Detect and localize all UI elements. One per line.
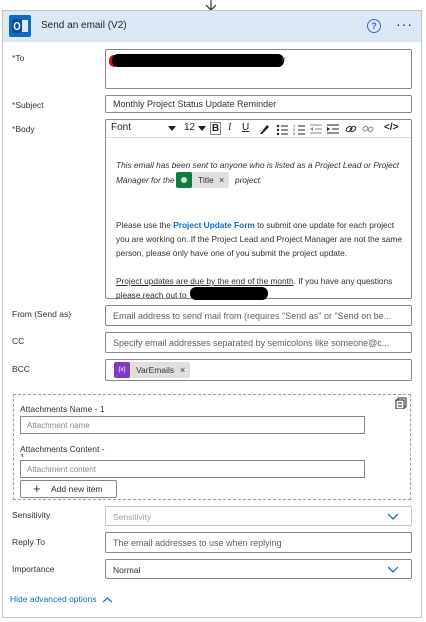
- bcc-field[interactable]: {x} VarEmails ×: [105, 359, 412, 381]
- variable-icon: {x}: [114, 362, 130, 378]
- sensitivity-placeholder: Sensitivity: [113, 512, 152, 522]
- body-line-2-suffix: project.: [235, 175, 263, 185]
- highlight-icon[interactable]: [258, 123, 270, 135]
- body-label: *Body: [12, 124, 35, 134]
- decrease-indent-icon[interactable]: [310, 123, 322, 135]
- body-line-2-prefix: Manager for the: [116, 175, 175, 185]
- from-field[interactable]: Email address to send mail from (require…: [105, 305, 412, 326]
- svg-text:3: 3: [293, 131, 296, 135]
- sensitivity-label: Sensitivity: [12, 510, 51, 520]
- underline-button[interactable]: U: [242, 122, 249, 133]
- code-view-button[interactable]: </>: [384, 122, 398, 133]
- italic-button[interactable]: I: [228, 122, 231, 133]
- attachments-section: Attachments Name - 1 Attachment name Att…: [13, 394, 411, 500]
- project-update-form-link[interactable]: Project Update Form: [173, 220, 255, 230]
- attachments-content-index: 1: [20, 452, 25, 457]
- action-title: Send an email (V2): [41, 20, 127, 31]
- chevron-down-icon: [388, 566, 398, 573]
- card-header[interactable]: Send an email (V2) ? ···: [3, 11, 421, 42]
- plus-icon: +: [33, 481, 41, 496]
- attachment-content-placeholder: Attachment content: [27, 465, 96, 474]
- attachments-content-label: Attachments Content -: [20, 444, 105, 454]
- hide-advanced-options-link[interactable]: Hide advanced options: [10, 594, 112, 604]
- reply-to-field[interactable]: The email addresses to use when replying: [105, 532, 412, 553]
- to-label: *To: [12, 53, 25, 63]
- action-card: Send an email (V2) ? ··· *To × *Subject …: [2, 10, 422, 618]
- remove-recipient-icon[interactable]: ×: [281, 54, 286, 64]
- outlook-icon: [9, 15, 31, 37]
- editor-toolbar: Font 12 B I U 123 </>: [106, 120, 411, 138]
- font-dropdown-icon[interactable]: [168, 126, 176, 132]
- varemails-token[interactable]: {x} VarEmails ×: [114, 362, 190, 378]
- bcc-label: BCC: [12, 364, 30, 374]
- size-dropdown-icon[interactable]: [198, 126, 206, 132]
- attachment-content-input[interactable]: Attachment content: [20, 460, 365, 478]
- body-line-6: Project updates are due by the end of th…: [116, 276, 393, 286]
- bold-button[interactable]: B: [210, 122, 221, 135]
- redacted-recipient: [112, 54, 284, 67]
- body-line-4: you are working on. If the Project Lead …: [116, 234, 402, 244]
- sharepoint-icon: [176, 172, 192, 188]
- body-line-3: Please use the Project Update Form to su…: [116, 220, 395, 230]
- chevron-up-icon: [102, 596, 112, 603]
- help-icon[interactable]: ?: [367, 19, 381, 33]
- attachment-name-input[interactable]: Attachment name: [20, 416, 365, 434]
- switch-to-array-icon[interactable]: [395, 397, 407, 409]
- title-token-label: Title: [198, 175, 214, 185]
- add-new-item-button[interactable]: + Add new item: [20, 480, 117, 498]
- more-options-icon[interactable]: ···: [396, 16, 413, 32]
- font-select[interactable]: Font: [111, 122, 131, 133]
- chevron-down-icon: [388, 513, 398, 520]
- subject-label: *Subject: [12, 100, 44, 110]
- attachment-name-placeholder: Attachment name: [27, 421, 90, 430]
- reply-to-placeholder: The email addresses to use when replying: [113, 538, 282, 548]
- title-token-remove-icon[interactable]: ×: [219, 175, 224, 185]
- reply-to-label: Reply To: [12, 537, 45, 547]
- to-field[interactable]: ×: [105, 49, 412, 89]
- attachments-name-label: Attachments Name - 1: [20, 404, 105, 414]
- size-select[interactable]: 12: [184, 122, 195, 133]
- varemails-token-remove-icon[interactable]: ×: [180, 365, 185, 375]
- importance-dropdown[interactable]: Normal: [105, 559, 412, 579]
- importance-label: Importance: [12, 564, 55, 574]
- from-label: From (Send as): [12, 309, 72, 319]
- importance-value: Normal: [113, 565, 141, 575]
- varemails-token-label: VarEmails: [136, 365, 175, 375]
- cc-placeholder: Specify email addresses separated by sem…: [113, 338, 390, 348]
- add-new-item-label: Add new item: [51, 484, 103, 494]
- sensitivity-dropdown[interactable]: Sensitivity: [105, 506, 412, 526]
- bulleted-list-icon[interactable]: [276, 123, 288, 135]
- subject-field[interactable]: Monthly Project Status Update Reminder: [105, 95, 412, 113]
- numbered-list-icon[interactable]: 123: [293, 123, 305, 135]
- increase-indent-icon[interactable]: [327, 123, 339, 135]
- redacted-contact: [190, 287, 268, 300]
- body-line-1: This email has been sent to anyone who i…: [116, 160, 400, 170]
- title-token[interactable]: Title ×: [176, 172, 229, 188]
- body-editor[interactable]: Font 12 B I U 123 </> This email has bee…: [105, 119, 412, 300]
- body-line-7: please reach out to: [116, 290, 187, 300]
- cc-label: CC: [12, 336, 25, 346]
- unlink-icon[interactable]: [362, 123, 374, 135]
- body-line-5: person, please only have one of you subm…: [116, 248, 348, 258]
- cc-field[interactable]: Specify email addresses separated by sem…: [105, 332, 412, 353]
- link-icon[interactable]: [345, 123, 357, 135]
- subject-value: Monthly Project Status Update Reminder: [113, 99, 277, 109]
- from-placeholder: Email address to send mail from (require…: [113, 311, 392, 321]
